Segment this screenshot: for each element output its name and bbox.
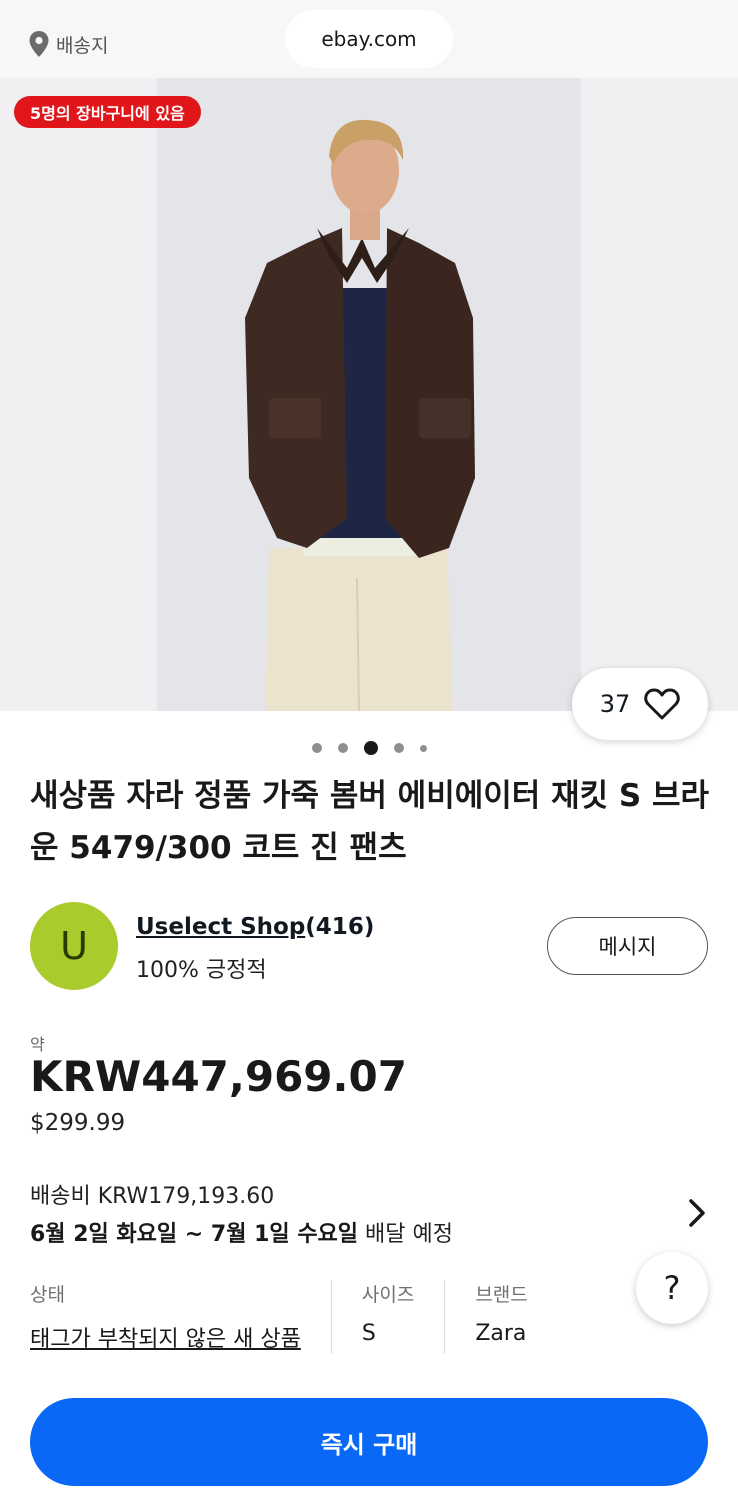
price-krw: KRW447,969.07: [30, 1052, 407, 1101]
watch-count: 37: [599, 690, 631, 718]
delivery-estimate: 6월 2일 화요일 ~ 7월 1일 수요일 배달 예정: [30, 1216, 453, 1248]
help-button[interactable]: ?: [636, 1252, 708, 1324]
in-carts-badge: 5명의 장바구니에 있음: [14, 96, 201, 128]
product-photo[interactable]: [157, 78, 581, 711]
product-title: 새상품 자라 정품 가죽 봄버 에비에이터 재킷 S 브라운 5479/300 …: [30, 778, 710, 866]
image-pagination-dots[interactable]: [0, 740, 738, 756]
pagination-dot[interactable]: [311, 743, 322, 753]
gallery-side-panel: [0, 78, 157, 711]
spec-brand: 브랜드 Zara: [475, 1280, 557, 1354]
seller-name: Uselect Shop: [136, 914, 306, 940]
avatar-letter: U: [60, 924, 88, 968]
location-pin-icon: [29, 31, 49, 57]
watch-button[interactable]: 37: [572, 668, 708, 740]
top-bar: 배송지 ebay.com: [0, 0, 738, 78]
seller-avatar[interactable]: U: [30, 902, 118, 990]
spec-label: 사이즈: [361, 1284, 415, 1306]
condition-link[interactable]: 태그가 부착되지 않은 새 상품: [30, 1321, 301, 1353]
message-seller-button[interactable]: 메시지: [547, 917, 708, 975]
seller-feedback-count: (416): [305, 914, 375, 940]
chevron-right-icon[interactable]: [682, 1196, 712, 1230]
buy-it-now-button[interactable]: 즉시 구매: [30, 1398, 708, 1486]
delivery-suffix: 배달 예정: [358, 1222, 453, 1247]
seller-positive-feedback: 100% 긍정적: [136, 958, 267, 983]
jacket-model-image: [245, 119, 475, 711]
delivery-start-date: 6월 2일 화요일: [30, 1222, 178, 1247]
message-button-label: 메시지: [598, 935, 657, 959]
seller-name-link[interactable]: Uselect Shop(416): [136, 914, 374, 940]
ship-to-location[interactable]: 배송지: [28, 30, 108, 58]
question-mark-icon: ?: [663, 1269, 681, 1307]
spec-size: 사이즈 S: [361, 1280, 446, 1354]
spec-label: 상태: [30, 1284, 65, 1306]
url-bar[interactable]: ebay.com: [285, 10, 453, 68]
price-usd: $299.99: [30, 1110, 126, 1136]
url-text: ebay.com: [321, 27, 417, 51]
pagination-dot-active[interactable]: [363, 741, 378, 755]
pagination-dot[interactable]: [393, 743, 404, 753]
spec-value: S: [361, 1321, 376, 1346]
gallery-next-image-peek[interactable]: [581, 78, 738, 711]
spec-value: Zara: [475, 1321, 527, 1346]
heart-icon: [644, 688, 680, 720]
delivery-end-date: 7월 1일 수요일: [210, 1222, 359, 1247]
item-specifics: 상태 태그가 부착되지 않은 새 상품 사이즈 S 브랜드 Zara: [30, 1280, 588, 1354]
spec-label: 브랜드: [475, 1284, 528, 1306]
spec-condition: 상태 태그가 부착되지 않은 새 상품: [30, 1280, 332, 1354]
delivery-separator: ~: [177, 1222, 211, 1247]
pagination-dot[interactable]: [337, 743, 348, 753]
buy-button-label: 즉시 구매: [320, 1430, 418, 1459]
pagination-dot[interactable]: [419, 744, 427, 752]
product-image-gallery[interactable]: [0, 78, 738, 711]
location-label: 배송지: [56, 34, 109, 57]
shipping-cost: 배송비 KRW179,193.60: [30, 1184, 275, 1209]
